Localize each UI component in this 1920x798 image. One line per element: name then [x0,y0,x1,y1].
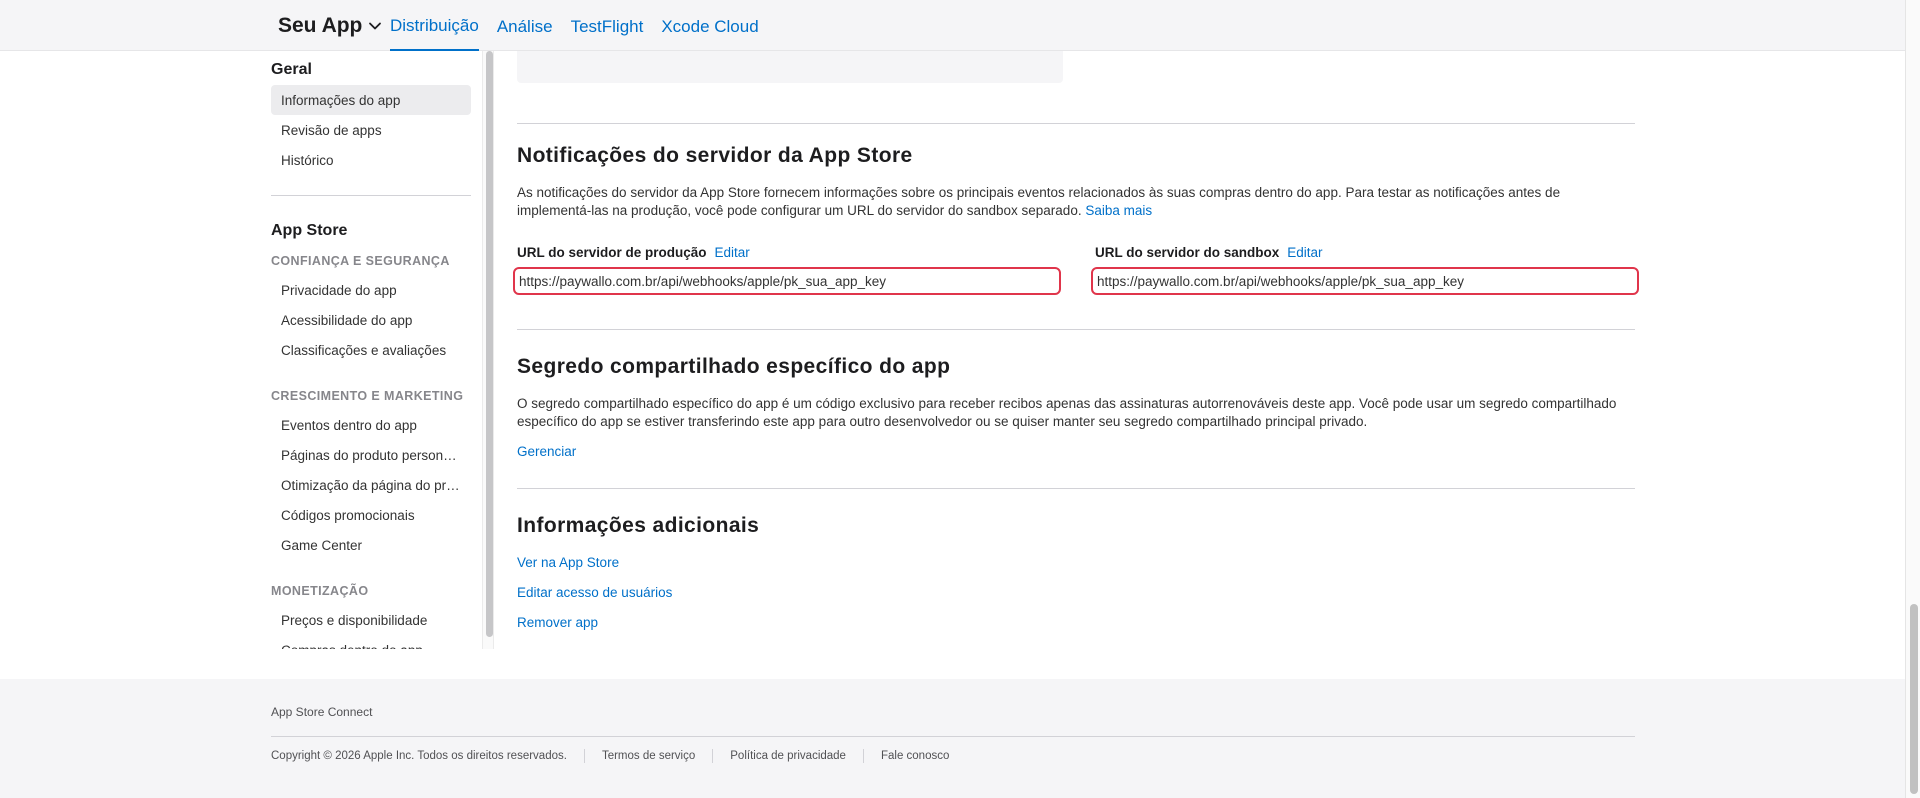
production-url-label: URL do servidor de produção Editar [517,245,750,260]
sidebar-item-privacy[interactable]: Privacidade do app [271,275,471,305]
sidebar-item-in-app-purchases[interactable]: Compras dentro do app [271,635,471,650]
app-switcher[interactable]: Seu App [278,14,382,38]
footer: App Store Connect Copyright © 2026 Apple… [0,679,1905,798]
footer-separator [862,749,864,763]
manage-link[interactable]: Gerenciar [517,444,576,459]
section-divider [517,329,1635,330]
tab-analise[interactable]: Análise [497,0,553,51]
top-navigation-bar: Seu App Distribuição Análise TestFlight … [0,0,1905,51]
sidebar-item-app-review[interactable]: Revisão de apps [271,115,471,145]
previous-section-box [517,51,1063,83]
sidebar-scrollbar[interactable] [482,51,494,649]
production-url-input[interactable] [513,267,1061,295]
nav-tabs: Distribuição Análise TestFlight Xcode Cl… [390,0,759,51]
sidebar-category-growth: CRESCIMENTO E MARKETING [271,389,464,403]
page-scrollbar-thumb[interactable] [1910,604,1918,794]
sidebar-category-monetization: MONETIZAÇÃO [271,584,369,598]
sandbox-edit-link[interactable]: Editar [1287,245,1322,260]
sidebar-item-pricing[interactable]: Preços e disponibilidade [271,605,471,635]
sidebar-item-game-center[interactable]: Game Center [271,530,471,560]
main-content: Notificações do servidor da App Store As… [513,51,1639,649]
sidebar-item-custom-product-pages[interactable]: Páginas do produto person… [271,440,471,470]
sandbox-url-label: URL do servidor do sandbox Editar [1095,245,1323,260]
tab-testflight[interactable]: TestFlight [571,0,644,51]
production-url-label-text: URL do servidor de produção [517,245,707,260]
learn-more-link[interactable]: Saiba mais [1085,203,1152,218]
sandbox-url-input[interactable] [1091,267,1639,295]
sidebar-heading-app-store: App Store [271,222,348,239]
notifications-description: As notificações do servidor da App Store… [517,184,1635,220]
shared-secret-title: Segredo compartilhado específico do app [517,355,951,378]
sidebar-item-history[interactable]: Histórico [271,145,471,175]
notifications-description-text: As notificações do servidor da App Store… [517,185,1561,218]
footer-copyright: Copyright © 2026 Apple Inc. Todos os dir… [271,750,567,762]
notifications-title: Notificações do servidor da App Store [517,144,913,167]
additional-info-title: Informações adicionais [517,514,760,537]
footer-privacy-link[interactable]: Política de privacidade [730,750,846,762]
production-edit-link[interactable]: Editar [715,245,750,260]
tab-xcode-cloud[interactable]: Xcode Cloud [661,0,758,51]
sidebar-item-promo-codes[interactable]: Códigos promocionais [271,500,471,530]
shared-secret-description: O segredo compartilhado específico do ap… [517,396,1617,429]
sandbox-url-label-text: URL do servidor do sandbox [1095,245,1280,260]
app-name: Seu App [278,14,363,37]
sidebar-scrollbar-thumb[interactable] [486,51,493,637]
section-divider [517,123,1635,124]
page-scrollbar[interactable] [1905,0,1920,798]
footer-separator [583,749,585,763]
footer-terms-link[interactable]: Termos de serviço [602,750,695,762]
sidebar-divider [271,195,471,196]
sidebar-category-trust: CONFIANÇA E SEGURANÇA [271,254,450,268]
footer-contact-link[interactable]: Fale conosco [881,750,949,762]
section-divider [517,488,1635,489]
footer-divider [271,736,1635,737]
view-on-app-store-link[interactable]: Ver na App Store [517,555,619,570]
footer-links: Copyright © 2026 Apple Inc. Todos os dir… [271,749,949,763]
edit-user-access-link[interactable]: Editar acesso de usuários [517,585,672,600]
sidebar: Geral Informações do app Revisão de apps… [271,51,471,649]
footer-separator [712,749,714,763]
remove-app-link[interactable]: Remover app [517,615,598,630]
tab-distribuicao[interactable]: Distribuição [390,0,479,51]
sidebar-item-product-page-optimization[interactable]: Otimização da página do pr… [271,470,471,500]
sidebar-item-ratings[interactable]: Classificações e avaliações [271,335,471,365]
sidebar-item-in-app-events[interactable]: Eventos dentro do app [271,410,471,440]
chevron-down-icon [369,22,382,30]
sidebar-heading-general: Geral [271,61,312,78]
sidebar-item-app-info[interactable]: Informações do app [271,85,471,115]
footer-brand: App Store Connect [271,705,373,719]
sidebar-item-accessibility[interactable]: Acessibilidade do app [271,305,471,335]
